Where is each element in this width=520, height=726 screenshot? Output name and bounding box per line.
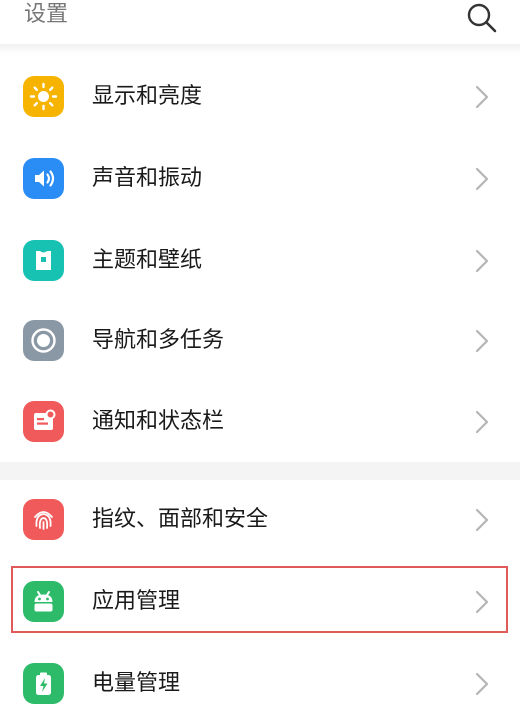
chevron-right-icon (474, 671, 490, 697)
chevron-right-icon (474, 328, 490, 354)
chevron-right-icon (474, 84, 490, 110)
settings-item-label: 电量管理 (92, 671, 181, 696)
battery-icon (23, 663, 64, 704)
page-title: 设置 (24, 2, 69, 27)
settings-item-battery-management[interactable]: 电量管理 (0, 644, 520, 726)
settings-item-label: 导航和多任务 (92, 328, 225, 353)
settings-item-navigation-multitask[interactable]: 导航和多任务 (0, 301, 520, 383)
notification-icon (23, 401, 64, 442)
settings-item-label: 主题和壁纸 (92, 248, 203, 273)
settings-item-theme-wallpaper[interactable]: 主题和壁纸 (0, 221, 520, 303)
section-divider (0, 462, 520, 480)
chevron-right-icon (474, 166, 490, 192)
sun-icon (23, 76, 64, 117)
highlight-box (11, 566, 508, 633)
settings-item-notification-statusbar[interactable]: 通知和状态栏 (0, 382, 520, 464)
speaker-icon (23, 158, 64, 199)
settings-item-label: 指纹、面部和安全 (92, 507, 269, 532)
settings-item-label: 声音和振动 (92, 166, 203, 191)
header-divider (0, 44, 520, 54)
fingerprint-icon (23, 499, 64, 540)
chevron-right-icon (474, 507, 490, 533)
chevron-right-icon (474, 248, 490, 274)
chevron-right-icon (474, 409, 490, 435)
top-bar: 设置 (0, 0, 520, 44)
settings-item-fingerprint-face-security[interactable]: 指纹、面部和安全 (0, 480, 520, 562)
settings-item-label: 显示和亮度 (92, 84, 203, 109)
shirt-icon (23, 240, 64, 281)
navigation-circle-icon (23, 320, 64, 361)
settings-item-label: 通知和状态栏 (92, 409, 225, 434)
settings-item-display-brightness[interactable]: 显示和亮度 (0, 57, 520, 139)
settings-item-sound-vibration[interactable]: 声音和振动 (0, 139, 520, 221)
search-icon[interactable] (466, 2, 498, 34)
